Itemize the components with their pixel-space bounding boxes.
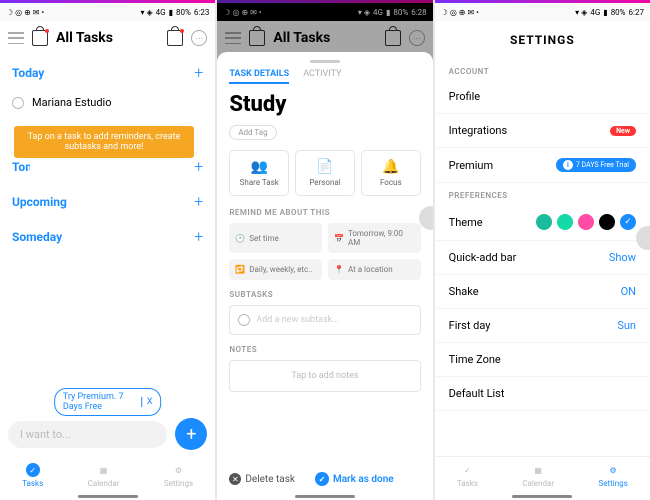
grabber[interactable] <box>310 60 340 63</box>
tooltip: Tap on a task to add reminders, create s… <box>14 126 194 158</box>
task-input[interactable]: I want to... <box>8 421 167 448</box>
done-button[interactable]: ✓Mark as done <box>315 472 394 486</box>
bag2-icon[interactable] <box>167 30 183 46</box>
topbar: All Tasks ⋯ <box>0 21 215 55</box>
row-premium[interactable]: Premiumi7 DAYS Free Trial <box>435 148 650 183</box>
chip-tomorrow[interactable]: 📅 Tomorrow, 9:00 AM <box>328 223 421 253</box>
section-upcoming[interactable]: Upcoming+ <box>0 184 215 219</box>
row-integrations[interactable]: IntegrationsNew <box>435 114 650 148</box>
premium-banner[interactable]: Try Premium. 7 Days FreeX <box>54 388 162 416</box>
notes-header: NOTES <box>229 345 420 354</box>
row-profile[interactable]: Profile <box>435 80 650 114</box>
screen-tasks: ☽ ◎ ⊕ ✉ • ▾ ◈ 4G ▮ 80% 6:23 All Tasks ⋯ … <box>0 0 215 500</box>
screen-settings: ☽ ◎ ⊕ ✉ • ▾ ◈ 4G ▮ 80% 6:27 SETTINGS ACC… <box>435 0 650 500</box>
theme-picker[interactable]: ✓ <box>536 214 636 230</box>
remind-header: REMIND ME ABOUT THIS <box>229 208 420 217</box>
sheet-footer: ✕Delete task ✓Mark as done <box>229 472 420 486</box>
notes-input[interactable]: Tap to add notes <box>229 360 420 392</box>
row-firstday[interactable]: First daySun <box>435 309 650 343</box>
nav-calendar[interactable]: ▦Calendar <box>88 463 120 488</box>
account-header: ACCOUNT <box>435 59 650 80</box>
nav-settings[interactable]: ⚙Settings <box>164 463 193 488</box>
nav-settings[interactable]: ⚙Settings <box>599 463 628 488</box>
status-bar: ☽ ◎ ⊕ ✉ • ▾ ◈ 4G ▮ 80% 6:23 <box>0 3 215 21</box>
nav-calendar[interactable]: ▦Calendar <box>522 463 554 488</box>
status-bar: ☽ ◎ ⊕ ✉ • ▾ ◈ 4G ▮ 80% 6:27 <box>435 3 650 21</box>
menu-icon[interactable] <box>8 32 24 44</box>
add-button[interactable]: + <box>175 418 207 450</box>
row-defaultlist[interactable]: Default List <box>435 377 650 411</box>
bottom-nav: ✓Tasks ▦Calendar ⚙Settings <box>435 456 650 492</box>
badge-trial: i7 DAYS Free Trial <box>556 158 636 172</box>
row-shake[interactable]: ShakeON <box>435 275 650 309</box>
more-icon[interactable]: ⋯ <box>191 30 207 46</box>
home-indicator[interactable] <box>295 495 355 498</box>
list-button[interactable]: 📄Personal <box>295 150 355 196</box>
topbar-dimmed: All Tasks ⋯ <box>217 21 432 55</box>
delete-button[interactable]: ✕Delete task <box>229 473 295 485</box>
add-tag-button[interactable]: Add Tag <box>229 125 276 140</box>
radio-icon[interactable] <box>12 97 24 109</box>
task-title[interactable]: Study <box>229 92 420 117</box>
sheet-tabs: TASK DETAILS ACTIVITY <box>229 69 420 84</box>
settings-title: SETTINGS <box>435 21 650 59</box>
task-row[interactable]: Mariana Estudio <box>0 90 215 115</box>
row-quickadd[interactable]: Quick-add barShow <box>435 241 650 275</box>
badge-new: New <box>610 126 636 136</box>
prefs-header: PREFERENCES <box>435 183 650 204</box>
row-theme[interactable]: Theme ✓ <box>435 204 650 241</box>
page-title: All Tasks <box>56 30 159 46</box>
close-icon[interactable]: X <box>141 397 153 407</box>
subtasks-header: SUBTASKS <box>229 290 420 299</box>
bottom-nav: ✓Tasks ▦Calendar ⚙Settings <box>0 459 215 492</box>
focus-button[interactable]: 🔔Focus <box>361 150 421 196</box>
chip-location[interactable]: 📍 At a location <box>328 259 421 280</box>
subtask-input[interactable]: Add a new subtask... <box>229 305 420 335</box>
action-row: 👥Share Task 📄Personal 🔔Focus <box>229 150 420 196</box>
chip-repeat[interactable]: 🔁 Daily, weekly, etc.. <box>229 259 322 280</box>
nav-tasks[interactable]: ✓Tasks <box>457 463 478 488</box>
home-indicator[interactable] <box>512 495 572 498</box>
plus-icon[interactable]: + <box>194 63 203 82</box>
section-today[interactable]: Today+ <box>0 55 215 90</box>
screen-task-details: ☽ ◎ ⊕ ✉ • ▾ ◈ 4G ▮ 80% 6:28 All Tasks ⋯ … <box>217 0 432 500</box>
section-someday[interactable]: Someday+ <box>0 219 215 254</box>
tab-activity[interactable]: ACTIVITY <box>303 69 341 84</box>
chip-set-time[interactable]: 🕑 Set time <box>229 223 322 253</box>
tab-details[interactable]: TASK DETAILS <box>229 69 289 84</box>
bag-icon[interactable] <box>32 30 48 46</box>
task-sheet: TASK DETAILS ACTIVITY Study Add Tag 👥Sha… <box>217 52 432 500</box>
status-bar: ☽ ◎ ⊕ ✉ • ▾ ◈ 4G ▮ 80% 6:28 <box>217 3 432 21</box>
quick-add: I want to... + <box>8 418 207 450</box>
share-button[interactable]: 👥Share Task <box>229 150 289 196</box>
row-timezone[interactable]: Time Zone <box>435 343 650 377</box>
home-indicator[interactable] <box>78 495 138 498</box>
nav-tasks[interactable]: ✓Tasks <box>22 463 43 488</box>
